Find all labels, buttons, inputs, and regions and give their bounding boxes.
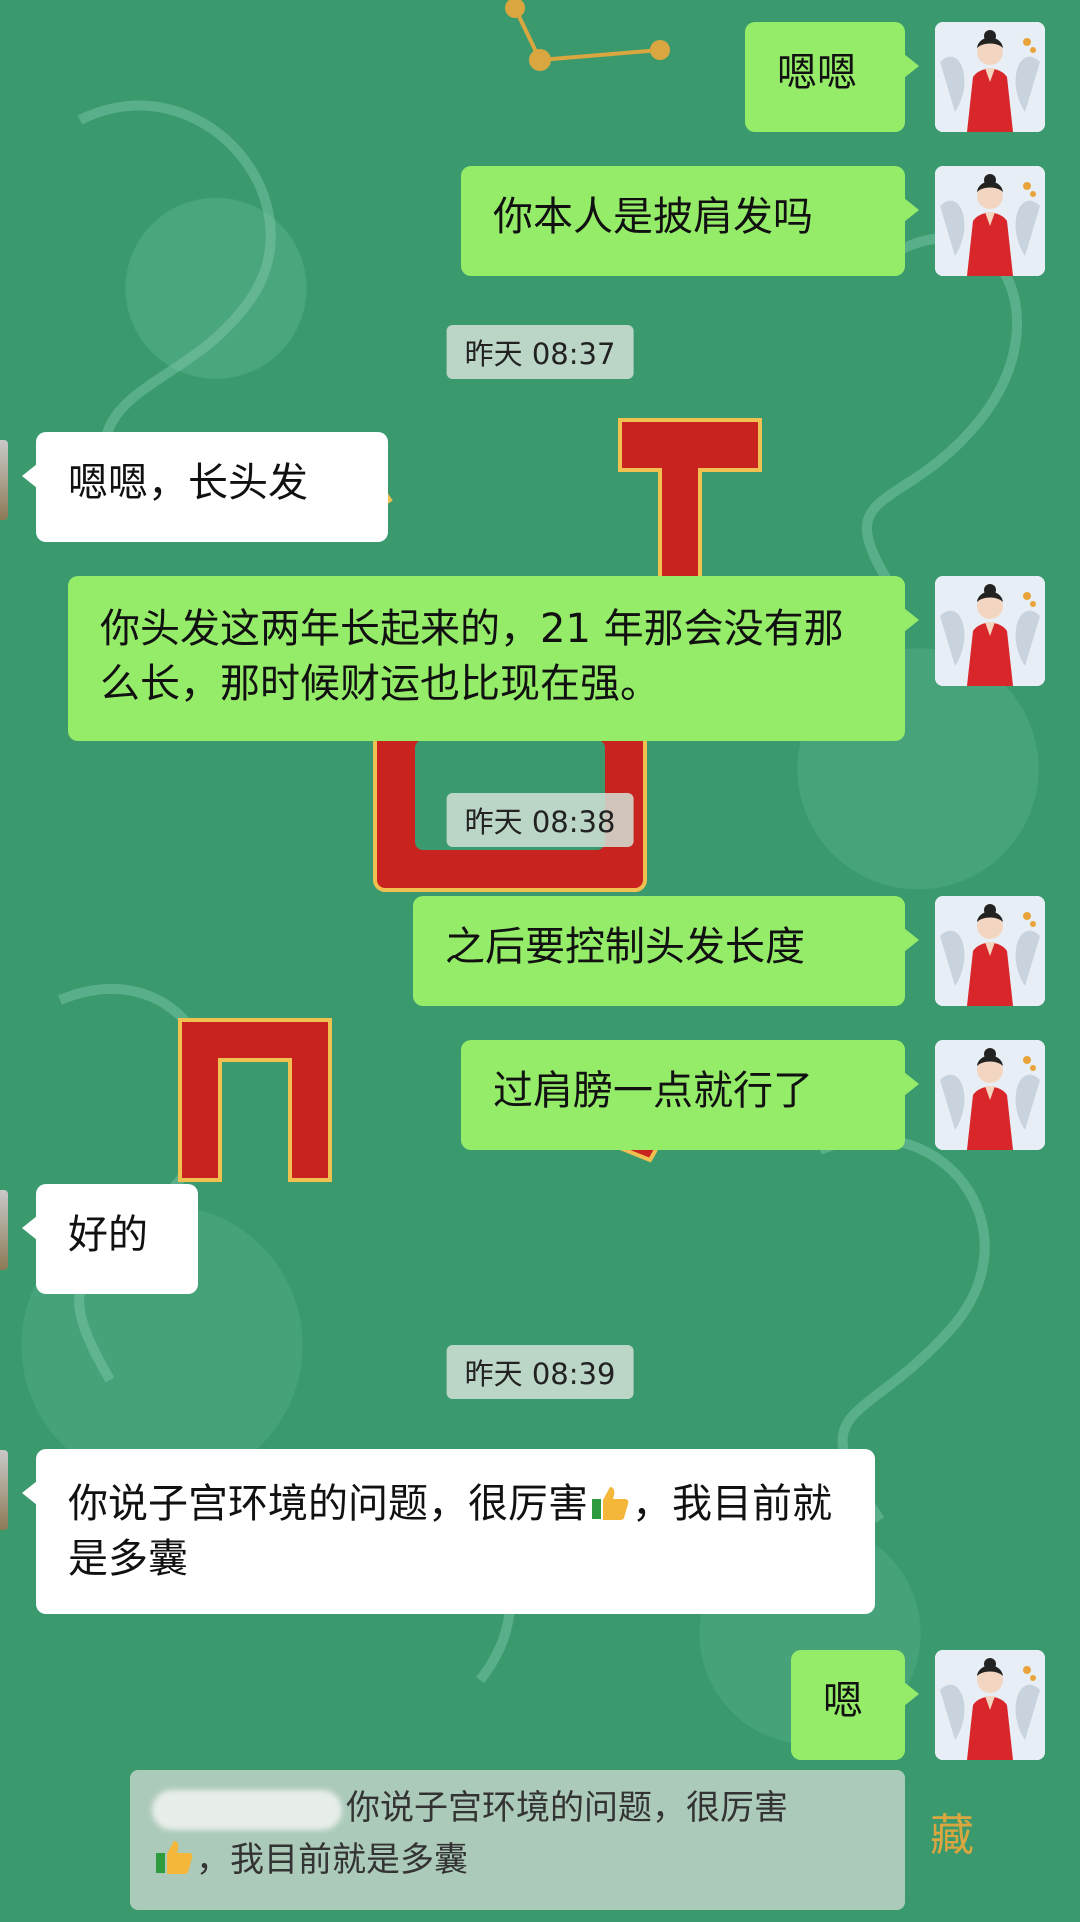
avatar[interactable] — [935, 166, 1045, 276]
avatar[interactable] — [935, 576, 1045, 686]
avatar-image — [935, 896, 1045, 1006]
message-bubble[interactable]: 好的 — [22, 1184, 198, 1294]
quoted-message[interactable]: 你说子宫环境的问题，很厉害 ，我目前就是多囊 — [130, 1770, 905, 1910]
message-bubble[interactable]: 之后要控制头发长度 — [413, 896, 919, 1006]
avatar[interactable] — [0, 440, 8, 520]
timestamp: 昨天 08:39 — [446, 1345, 634, 1399]
avatar-image — [935, 1040, 1045, 1150]
avatar[interactable] — [935, 1650, 1045, 1760]
timestamp: 昨天 08:37 — [446, 325, 634, 379]
message-text: 过肩膀一点就行了 — [493, 1068, 813, 1114]
avatar[interactable] — [935, 22, 1045, 132]
message-bubble[interactable]: 你本人是披肩发吗 — [461, 166, 919, 276]
message-bubble[interactable]: 你头发这两年长起来的，21 年那会没有那么长，那时候财运也比现在强。 — [68, 576, 919, 741]
blurred-sender-name — [152, 1789, 342, 1830]
avatar-image — [935, 576, 1045, 686]
message-text: 好的 — [68, 1212, 148, 1258]
avatar[interactable] — [0, 1190, 8, 1270]
message-text: 嗯嗯，长头发 — [68, 460, 308, 506]
timestamp: 昨天 08:38 — [446, 793, 634, 847]
svg-text:藏: 藏 — [930, 1810, 974, 1861]
avatar[interactable] — [935, 896, 1045, 1006]
thumbs-up-icon — [592, 1487, 629, 1520]
message-bubble[interactable]: 嗯嗯，长头发 — [22, 432, 388, 542]
avatar-image — [935, 22, 1045, 132]
message-text: 你说子宫环境的问题，很厉害 — [68, 1481, 588, 1527]
message-text: 嗯 — [823, 1678, 863, 1724]
message-bubble[interactable]: 嗯嗯 — [745, 22, 919, 132]
message-bubble[interactable]: 你说子宫环境的问题，很厉害 ，我目前就是多囊 — [22, 1449, 875, 1614]
avatar[interactable] — [935, 1040, 1045, 1150]
thumbs-up-icon — [156, 1841, 193, 1874]
message-text: 之后要控制头发长度 — [445, 924, 805, 970]
quote-text: ，我目前就是多囊 — [196, 1840, 468, 1880]
message-bubble[interactable]: 嗯 — [791, 1650, 919, 1760]
quote-text: 你说子宫环境的问题，很厉害 — [346, 1788, 788, 1828]
message-text: 嗯嗯 — [777, 50, 857, 96]
avatar[interactable] — [0, 1450, 8, 1530]
avatar-image — [935, 1650, 1045, 1760]
message-text: 你本人是披肩发吗 — [493, 194, 813, 240]
message-bubble[interactable]: 过肩膀一点就行了 — [461, 1040, 919, 1150]
message-text: 你头发这两年长起来的，21 年那会没有那么长，那时候财运也比现在强。 — [100, 606, 844, 707]
avatar-image — [935, 166, 1045, 276]
